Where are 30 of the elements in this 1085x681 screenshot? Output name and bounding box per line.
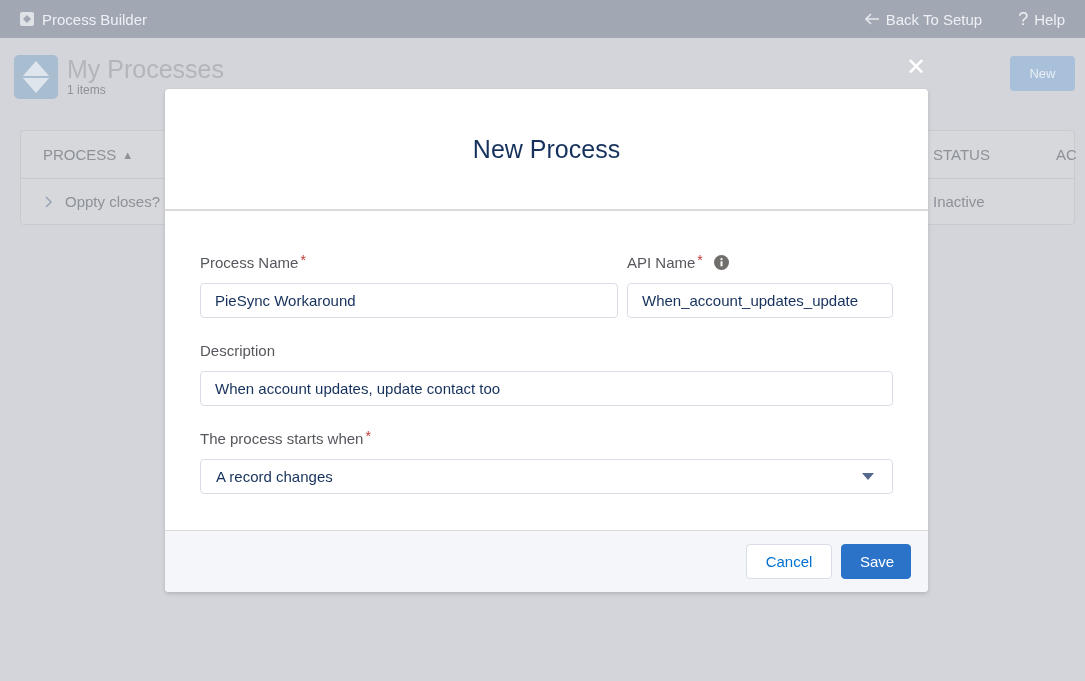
column-header[interactable]: PROCESS ▲ bbox=[43, 146, 134, 163]
required-mark: * bbox=[365, 428, 371, 444]
column-header[interactable]: STATUS bbox=[933, 146, 990, 163]
select-field[interactable]: A record changes bbox=[200, 459, 893, 494]
field-label: Description bbox=[200, 341, 276, 359]
cancel-button[interactable]: Cancel bbox=[746, 544, 832, 579]
process-icon bbox=[14, 55, 58, 99]
field-label: Process Name bbox=[200, 253, 299, 271]
input-field[interactable]: PieSync Workaround bbox=[200, 283, 618, 318]
input-field[interactable]: When_account_updates_update bbox=[627, 283, 893, 318]
info-icon[interactable] bbox=[713, 254, 729, 270]
column-header[interactable]: AC bbox=[1056, 146, 1077, 163]
new-button[interactable]: New bbox=[1010, 56, 1075, 91]
save-button[interactable]: Save bbox=[841, 544, 911, 579]
app-icon bbox=[20, 12, 34, 26]
required-mark: * bbox=[300, 252, 306, 268]
modal-title: New Process bbox=[472, 134, 621, 164]
help-link[interactable]: ? Help bbox=[1018, 8, 1065, 30]
back-link[interactable]: Back To Setup bbox=[863, 10, 983, 28]
item-count: 1 items bbox=[67, 83, 107, 97]
dropdown-caret-icon bbox=[862, 472, 874, 481]
field-label: The process starts when bbox=[200, 429, 364, 447]
close-button[interactable]: ✕ bbox=[903, 53, 929, 81]
required-mark: * bbox=[697, 252, 703, 268]
table-cell: Inactive bbox=[933, 193, 985, 210]
table-cell[interactable]: Oppty closes? bbox=[45, 193, 161, 210]
field-label: API Name bbox=[627, 253, 696, 271]
back-arrow-icon bbox=[863, 13, 880, 25]
input-field[interactable]: When account updates, update contact too bbox=[200, 371, 893, 406]
app-title: Process Builder bbox=[42, 10, 148, 28]
